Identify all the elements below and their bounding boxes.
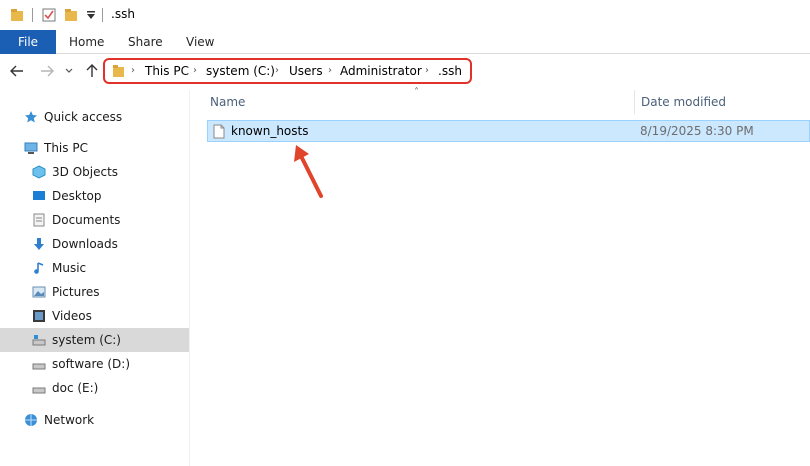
sidebar-item-label: Documents	[52, 213, 121, 227]
sidebar-item-label: Downloads	[52, 237, 118, 251]
tab-share[interactable]: Share	[128, 30, 163, 54]
breadcrumb-administrator[interactable]: Administrator	[340, 64, 422, 78]
dropdown-arrow-icon[interactable]	[86, 11, 96, 21]
pictures-icon	[32, 286, 46, 298]
breadcrumb-system-c[interactable]: system (C:)	[206, 64, 275, 78]
folder-icon[interactable]	[10, 8, 24, 22]
drive-icon	[32, 335, 46, 346]
videos-icon	[33, 310, 45, 322]
downloads-icon	[34, 238, 44, 250]
sidebar-item-label: doc (E:)	[52, 381, 99, 395]
star-icon	[25, 111, 37, 123]
sidebar-item-label: Videos	[52, 309, 92, 323]
back-arrow-icon[interactable]	[8, 62, 26, 80]
network-icon	[25, 414, 37, 426]
sidebar-item-network[interactable]: Network	[0, 408, 189, 432]
toolbar-separator	[102, 8, 103, 22]
file-icon	[213, 124, 225, 139]
title-bar: .ssh	[0, 0, 810, 30]
sidebar-item-documents[interactable]: Documents	[0, 208, 189, 232]
recent-locations-chevron-icon[interactable]	[64, 66, 82, 84]
folder-icon	[113, 65, 124, 77]
documents-icon	[33, 213, 45, 227]
checklist-icon[interactable]	[42, 8, 56, 22]
sidebar-item-label: system (C:)	[52, 333, 121, 347]
toolbar-separator	[32, 8, 33, 22]
navigation-pane: Quick access This PC 3D Objects Desktop …	[0, 90, 190, 466]
sidebar-item-3d-objects[interactable]: 3D Objects	[0, 160, 189, 184]
sidebar-item-this-pc[interactable]: This PC	[0, 136, 189, 160]
sidebar-item-music[interactable]: Music	[0, 256, 189, 280]
column-divider[interactable]	[634, 90, 635, 114]
file-list-pane: ˄ Name Date modified known_hosts 8/19/20…	[191, 87, 810, 466]
sidebar-item-quick-access[interactable]: Quick access	[0, 105, 189, 129]
sidebar-item-label: Quick access	[44, 110, 123, 124]
music-icon	[34, 262, 44, 274]
sidebar-item-label: This PC	[44, 141, 88, 155]
folder-icon[interactable]	[64, 8, 78, 22]
chevron-right-icon[interactable]: ›	[275, 65, 279, 76]
column-header-name[interactable]: Name	[210, 90, 245, 114]
breadcrumb-this-pc[interactable]: This PC	[145, 64, 189, 78]
breadcrumb-ssh[interactable]: .ssh	[438, 64, 462, 78]
annotation-arrow-icon	[294, 145, 323, 198]
breadcrumb-users[interactable]: Users	[289, 64, 323, 78]
sidebar-item-label: Desktop	[52, 189, 102, 203]
sidebar-item-downloads[interactable]: Downloads	[0, 232, 189, 256]
tab-home[interactable]: Home	[69, 30, 104, 54]
sidebar-item-label: Music	[52, 261, 87, 275]
sidebar-item-doc-e[interactable]: doc (E:)	[0, 376, 189, 400]
chevron-right-icon[interactable]: ›	[131, 65, 135, 76]
sidebar-item-label: software (D:)	[52, 357, 130, 371]
sidebar-item-software-d[interactable]: software (D:)	[0, 352, 189, 376]
forward-arrow-icon[interactable]	[38, 62, 56, 80]
up-arrow-icon[interactable]	[83, 62, 101, 80]
chevron-right-icon[interactable]: ›	[193, 65, 197, 76]
chevron-right-icon[interactable]: ›	[425, 65, 429, 76]
sidebar-item-label: Network	[44, 413, 95, 427]
sidebar-item-pictures[interactable]: Pictures	[0, 280, 189, 304]
sidebar-item-label: 3D Objects	[52, 165, 119, 179]
column-header-date-modified[interactable]: Date modified	[641, 90, 726, 114]
file-name: known_hosts	[231, 124, 309, 138]
tab-view[interactable]: View	[186, 30, 214, 54]
sidebar-item-label: Pictures	[52, 285, 100, 299]
file-date-modified: 8/19/2025 8:30 PM	[640, 124, 754, 138]
chevron-right-icon[interactable]: ›	[328, 65, 332, 76]
ribbon-tabs: File Home Share View	[0, 30, 810, 54]
tab-file[interactable]: File	[0, 30, 56, 54]
sidebar-item-system-c[interactable]: system (C:)	[0, 328, 189, 352]
sidebar-item-desktop[interactable]: Desktop	[0, 184, 189, 208]
drive-icon	[32, 363, 46, 370]
drive-icon	[32, 387, 46, 394]
computer-icon	[24, 142, 38, 154]
sidebar-item-videos[interactable]: Videos	[0, 304, 189, 328]
window-title: .ssh	[111, 7, 135, 21]
sort-ascending-icon: ˄	[414, 87, 419, 98]
desktop-icon	[33, 191, 45, 200]
address-bar[interactable]: › This PC › system (C:) › Users › Admini…	[103, 58, 472, 84]
3d-objects-icon	[32, 165, 46, 179]
